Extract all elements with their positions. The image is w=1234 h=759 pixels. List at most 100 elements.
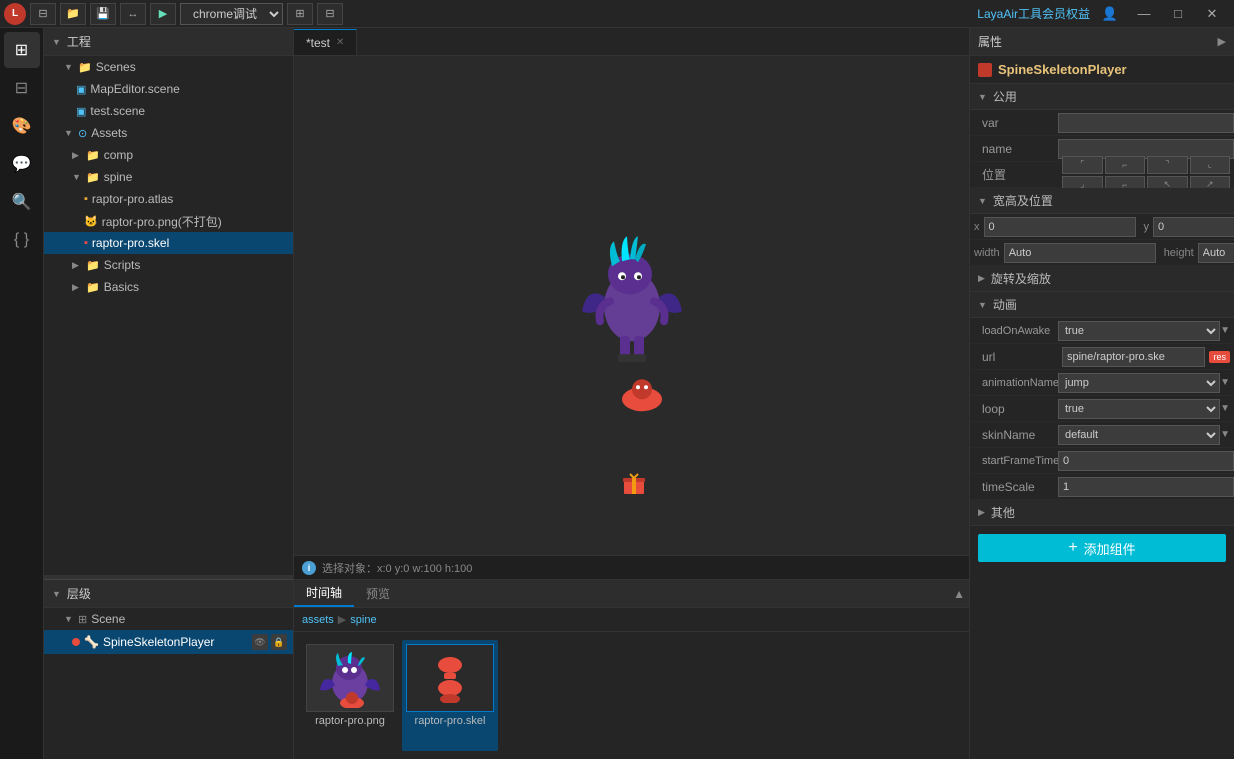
toolbar-btn-swap[interactable]: ↔ (120, 3, 146, 25)
pos-btn-tr[interactable]: ⌝ (1147, 156, 1188, 174)
activity-icon-chat[interactable]: 💬 (4, 146, 40, 182)
project-tree: ▼ 📁 Scenes ▣ MapEditor.scene ▣ test.scen… (44, 56, 293, 575)
laya-link[interactable]: LayaAir工具会员权益 (977, 5, 1090, 22)
toolbar-btn-grid[interactable]: ⊞ (287, 3, 313, 25)
tree-raptor-png[interactable]: 🐱 raptor-pro.png(不打包) (44, 210, 293, 232)
section-common[interactable]: ▼ 公用 (970, 84, 1234, 110)
toolbar-btn-play[interactable]: ▶ (150, 3, 176, 25)
prop-timescale-input[interactable] (1058, 477, 1234, 497)
prop-loadonawake-select[interactable]: true false (1058, 321, 1220, 341)
left-panel: ▼ 工程 ▼ 📁 Scenes ▣ MapEditor.scene (44, 28, 294, 759)
section-size-label: 宽高及位置 (993, 192, 1053, 209)
breadcrumb-assets[interactable]: assets (302, 614, 334, 626)
tree-scene-root[interactable]: ▼ ⊞ Scene (44, 608, 293, 630)
asset-thumb-skel (406, 644, 494, 712)
project-header[interactable]: ▼ 工程 (44, 28, 293, 56)
user-icon[interactable]: 👤 (1096, 3, 1124, 25)
prop-width-input[interactable] (1004, 243, 1156, 263)
section-rotation-arrow: ▶ (978, 273, 985, 284)
project-section: ▼ 工程 ▼ 📁 Scenes ▣ MapEditor.scene (44, 28, 293, 575)
section-other[interactable]: ▶ 其他 (970, 500, 1234, 526)
panel-expand-btn[interactable]: ▲ (953, 587, 969, 601)
prop-loadonawake-label: loadOnAwake (970, 325, 1058, 337)
activity-icon-layers[interactable]: ⊞ (4, 32, 40, 68)
asset-raptor-skel[interactable]: raptor-pro.skel (402, 640, 498, 751)
raptor-png-label: raptor-pro.png(不打包) (102, 213, 222, 230)
tab-test[interactable]: *test ✕ (294, 29, 357, 55)
center-area: *test ✕ (294, 28, 969, 759)
tab-test-label: *test (306, 36, 330, 50)
toolbar-btn-1[interactable]: ⊟ (30, 3, 56, 25)
section-size-pos[interactable]: ▼ 宽高及位置 (970, 188, 1234, 214)
breadcrumb-spine[interactable]: spine (350, 614, 376, 626)
hierarchy-header[interactable]: ▼ 层级 (44, 580, 293, 608)
props-expand-icon[interactable]: ▶ (1218, 35, 1226, 48)
tree-spine-player[interactable]: 🦴 SpineSkeletonPlayer 👁 🔒 (44, 630, 293, 654)
bottom-panel: 时间轴 预览 ▲ assets ▶ spine (294, 579, 969, 759)
prop-y-input[interactable] (1153, 217, 1234, 237)
prop-skinname-select[interactable]: default (1058, 425, 1220, 445)
tree-mapeditor-scene[interactable]: ▣ MapEditor.scene (44, 78, 293, 100)
assets-label: Assets (91, 126, 127, 140)
tree-scenes[interactable]: ▼ 📁 Scenes (44, 56, 293, 78)
tab-timeline[interactable]: 时间轴 (294, 580, 354, 607)
viewport[interactable]: i 选择对象：x:0 y:0 w:100 h:100 (294, 56, 969, 579)
prop-x-cell: x (970, 217, 1140, 237)
prop-animname-select[interactable]: jump run idle (1058, 373, 1220, 393)
tree-test-scene[interactable]: ▣ test.scene (44, 100, 293, 122)
prop-height-input[interactable] (1198, 243, 1234, 263)
debug-mode-dropdown[interactable]: chrome调试 (180, 3, 283, 25)
add-component-label: 添加组件 (1084, 539, 1136, 558)
bottom-tabs: 时间轴 预览 ▲ (294, 580, 969, 608)
prop-wh-row: width height (970, 240, 1234, 266)
asset-raptor-png[interactable]: raptor-pro.png (302, 640, 398, 751)
asset-thumb-png (306, 644, 394, 712)
activity-icon-grid[interactable]: ⊟ (4, 70, 40, 106)
component-header: SpineSkeletonPlayer (970, 56, 1234, 84)
gift-icon (622, 472, 646, 499)
pos-btn-ml[interactable]: ⌞ (1190, 156, 1231, 174)
tab-preview-label: 预览 (366, 585, 390, 602)
minimize-button[interactable]: — (1130, 3, 1158, 25)
add-component-button[interactable]: + 添加组件 (978, 534, 1226, 562)
eye-icon[interactable]: 👁 (252, 634, 268, 650)
tab-preview[interactable]: 预览 (354, 580, 402, 607)
prop-startframe-input[interactable] (1058, 451, 1234, 471)
toolbar-btn-qr[interactable]: ⊟ (317, 3, 343, 25)
section-rotation[interactable]: ▶ 旋转及缩放 (970, 266, 1234, 292)
tree-comp[interactable]: ▶ 📁 comp (44, 144, 293, 166)
maximize-button[interactable]: □ (1164, 3, 1192, 25)
toolbar-btn-folder[interactable]: 📁 (60, 3, 86, 25)
spine-player-label: SpineSkeletonPlayer (103, 635, 214, 649)
prop-x-input[interactable] (984, 217, 1136, 237)
activity-icon-search[interactable]: 🔍 (4, 184, 40, 220)
prop-y-cell: y (1140, 217, 1234, 237)
tab-test-close[interactable]: ✕ (336, 37, 344, 48)
activity-icon-code[interactable]: { } (4, 222, 40, 258)
lock-icon[interactable]: 🔒 (271, 634, 287, 650)
breadcrumb-bar: assets ▶ spine (294, 608, 969, 632)
main-layout: ⊞ ⊟ 🎨 💬 🔍 { } ▼ 工程 ▼ 📁 Scenes (0, 28, 1234, 759)
activity-icon-palette[interactable]: 🎨 (4, 108, 40, 144)
project-arrow: ▼ (52, 37, 61, 47)
titlebar-left: L ⊟ 📁 💾 ↔ ▶ chrome调试 ⊞ ⊟ (0, 3, 343, 25)
tree-raptor-skel[interactable]: ▪ raptor-pro.skel (44, 232, 293, 254)
close-button[interactable]: ✕ (1198, 3, 1226, 25)
tree-assets[interactable]: ▼ ⊙ Assets (44, 122, 293, 144)
prop-skinname-label: skinName (970, 428, 1058, 442)
tree-raptor-atlas[interactable]: ▪ raptor-pro.atlas (44, 188, 293, 210)
tree-scripts[interactable]: ▶ 📁 Scripts (44, 254, 293, 276)
tree-spine[interactable]: ▼ 📁 spine (44, 166, 293, 188)
comp-label: comp (104, 148, 133, 162)
pos-btn-tl[interactable]: ⌜ (1062, 156, 1103, 174)
scripts-folder-icon: 📁 (86, 259, 100, 272)
tree-basics[interactable]: ▶ 📁 Basics (44, 276, 293, 298)
add-icon: + (1068, 539, 1077, 557)
prop-var-input[interactable] (1058, 113, 1234, 133)
prop-position-label: 位置 (970, 166, 1058, 183)
toolbar-btn-save[interactable]: 💾 (90, 3, 116, 25)
prop-loop-select[interactable]: true false (1058, 399, 1220, 419)
section-animation[interactable]: ▼ 动画 (970, 292, 1234, 318)
props-header: 属性 ▶ (970, 28, 1234, 56)
pos-btn-tc[interactable]: ⌐ (1105, 156, 1146, 174)
